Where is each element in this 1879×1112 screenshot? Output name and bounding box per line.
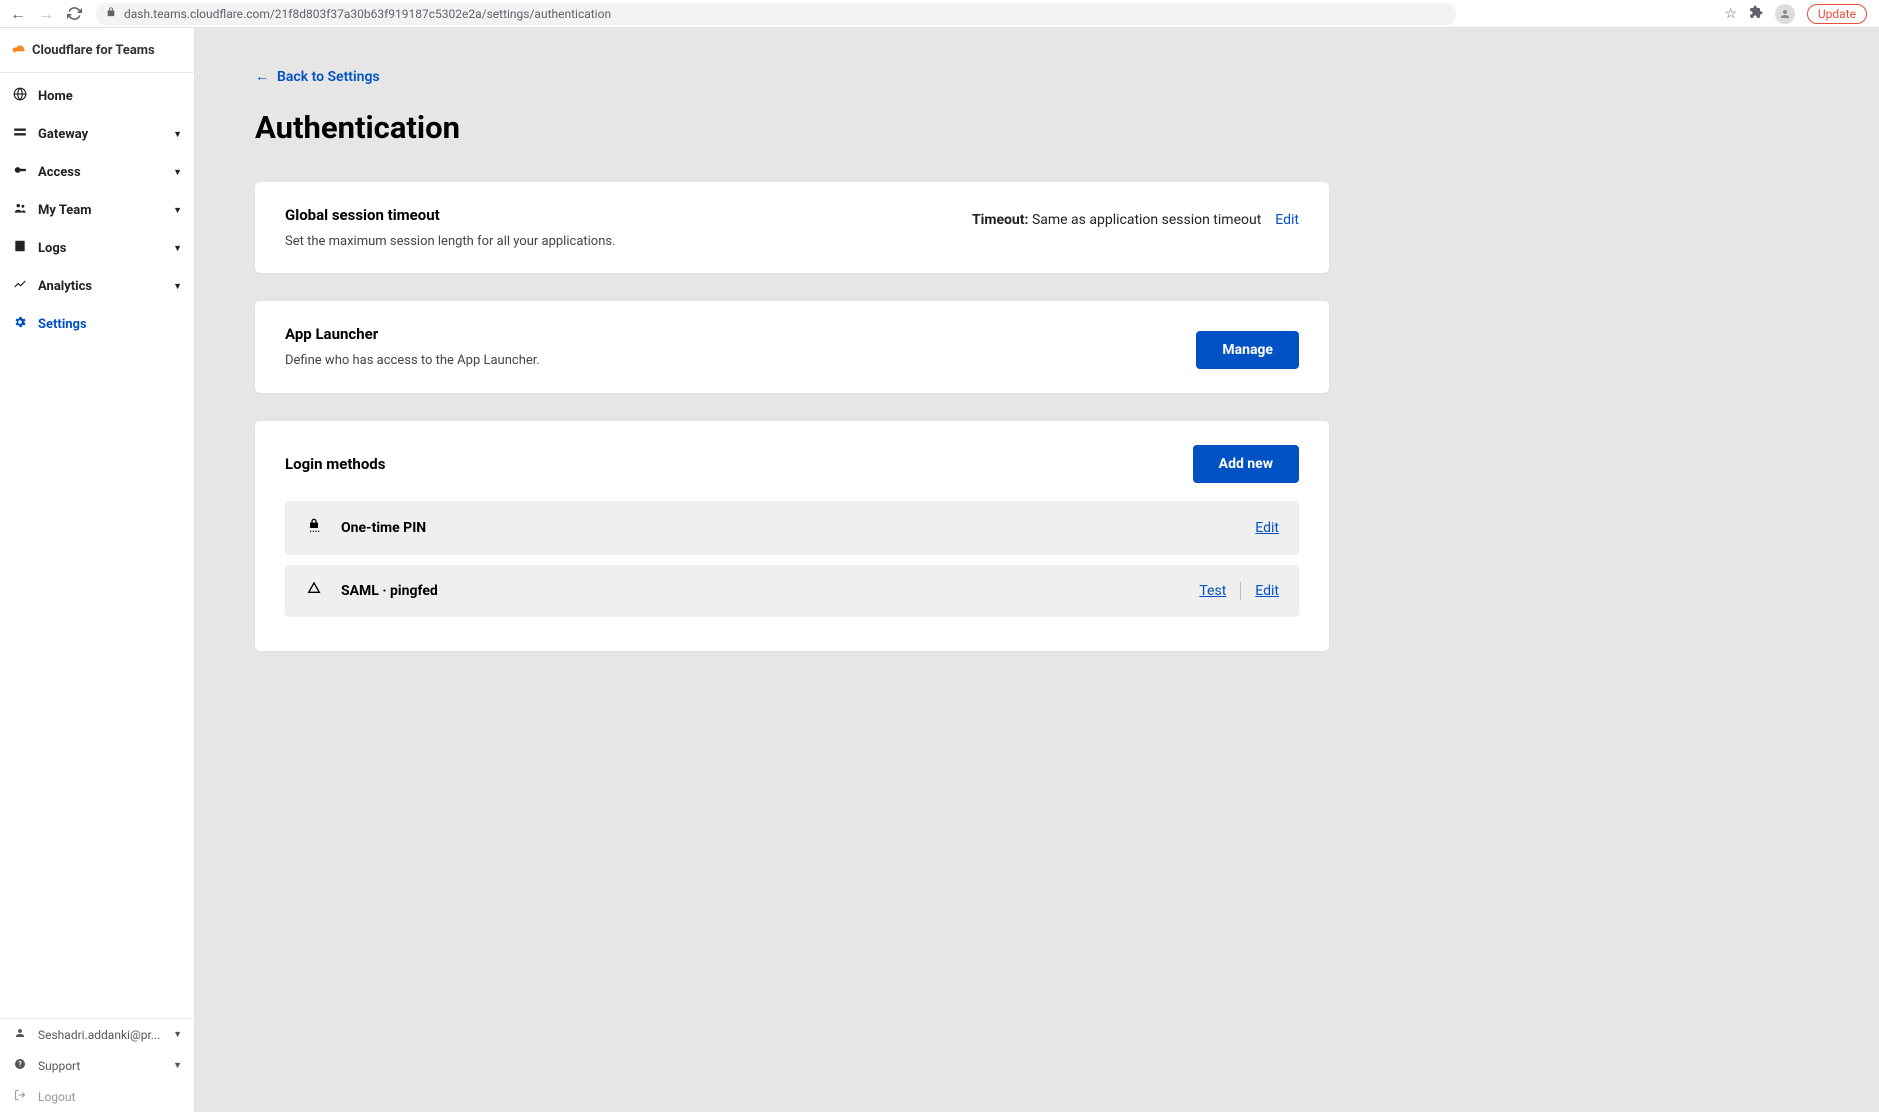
sidebar-item-home[interactable]: Home <box>0 77 194 115</box>
logout-label: Logout <box>38 1090 75 1104</box>
sidebar: Cloudflare for Teams Home Gateway ▼ <box>0 28 195 1112</box>
sidebar-item-access[interactable]: Access ▼ <box>0 153 194 191</box>
back-link-label: Back to Settings <box>277 69 380 85</box>
url-text: dash.teams.cloudflare.com/21f8d803f37a30… <box>124 7 611 21</box>
lock-icon <box>106 7 116 20</box>
reload-icon[interactable] <box>64 4 84 24</box>
chevron-down-icon: ▼ <box>173 1029 182 1040</box>
sidebar-item-myteam[interactable]: My Team ▼ <box>0 191 194 229</box>
launcher-card-title: App Launcher <box>285 325 540 343</box>
session-card-description: Set the maximum session length for all y… <box>285 234 616 249</box>
sidebar-item-label: My Team <box>38 203 92 218</box>
back-to-settings-link[interactable]: ← Back to Settings <box>255 68 380 85</box>
chevron-down-icon: ▼ <box>173 281 182 292</box>
product-name: Cloudflare for Teams <box>32 43 155 58</box>
user-icon <box>12 1027 28 1042</box>
saml-icon <box>305 581 323 601</box>
browser-update-button[interactable]: Update <box>1807 4 1867 24</box>
sidebar-footer: Seshadri.addanki@pr... ▼ ? Support ▼ Log… <box>0 1018 194 1112</box>
gateway-icon <box>12 125 28 143</box>
sidebar-nav: Home Gateway ▼ Access ▼ My Team <box>0 73 194 1018</box>
sidebar-item-analytics[interactable]: Analytics ▼ <box>0 267 194 305</box>
app-launcher-card: App Launcher Define who has access to th… <box>255 301 1329 393</box>
bookmark-star-icon[interactable]: ☆ <box>1724 6 1737 22</box>
support-label: Support <box>38 1059 80 1073</box>
login-card-title: Login methods <box>285 455 385 473</box>
main-content: ← Back to Settings Authentication Global… <box>195 28 1879 1112</box>
edit-timeout-link[interactable]: Edit <box>1275 212 1299 228</box>
chevron-down-icon: ▼ <box>173 1060 182 1071</box>
user-email: Seshadri.addanki@pr... <box>38 1028 163 1042</box>
edit-login-method-link[interactable]: Edit <box>1255 583 1279 599</box>
back-arrow-icon[interactable]: ← <box>8 4 28 24</box>
chevron-down-icon: ▼ <box>173 167 182 178</box>
svg-text:?: ? <box>18 1061 22 1069</box>
sidebar-item-gateway[interactable]: Gateway ▼ <box>0 115 194 153</box>
test-login-method-link[interactable]: Test <box>1199 583 1226 599</box>
forward-arrow-icon[interactable]: → <box>36 4 56 24</box>
sidebar-item-settings[interactable]: Settings <box>0 305 194 343</box>
login-method-name: SAML · pingfed <box>341 583 438 599</box>
team-icon <box>12 201 28 219</box>
logout-link[interactable]: Logout <box>0 1081 194 1112</box>
globe-icon <box>12 87 28 105</box>
url-bar[interactable]: dash.teams.cloudflare.com/21f8d803f37a30… <box>96 3 1456 25</box>
session-card-title: Global session timeout <box>285 206 616 224</box>
sidebar-item-logs[interactable]: Logs ▼ <box>0 229 194 267</box>
analytics-icon <box>12 277 28 295</box>
chevron-down-icon: ▼ <box>173 129 182 140</box>
sidebar-item-label: Gateway <box>38 127 88 142</box>
browser-profile-icon[interactable] <box>1775 4 1795 24</box>
page-title: Authentication <box>255 109 1819 146</box>
login-method-row: SAML · pingfed Test Edit <box>285 565 1299 617</box>
logout-icon <box>12 1089 28 1104</box>
help-icon: ? <box>12 1058 28 1073</box>
browser-toolbar: ← → dash.teams.cloudflare.com/21f8d803f3… <box>0 0 1879 28</box>
login-method-name: One-time PIN <box>341 520 426 536</box>
cloudflare-logo-icon <box>10 42 26 58</box>
chevron-down-icon: ▼ <box>173 243 182 254</box>
login-method-row: One-time PIN Edit <box>285 501 1299 555</box>
sidebar-item-label: Analytics <box>38 279 92 294</box>
add-login-method-button[interactable]: Add new <box>1193 445 1299 483</box>
edit-login-method-link[interactable]: Edit <box>1255 520 1279 536</box>
user-menu[interactable]: Seshadri.addanki@pr... ▼ <box>0 1019 194 1050</box>
chevron-down-icon: ▼ <box>173 205 182 216</box>
session-timeout-card: Global session timeout Set the maximum s… <box>255 182 1329 273</box>
gear-icon <box>12 315 28 333</box>
manage-launcher-button[interactable]: Manage <box>1196 331 1299 369</box>
product-logo[interactable]: Cloudflare for Teams <box>0 28 194 73</box>
sidebar-item-label: Settings <box>38 317 87 332</box>
sidebar-item-label: Logs <box>38 241 66 256</box>
action-divider <box>1240 582 1241 600</box>
login-methods-card: Login methods Add new One-time PIN Edit <box>255 421 1329 651</box>
support-link[interactable]: ? Support ▼ <box>0 1050 194 1081</box>
timeout-value: Same as application session timeout <box>1032 212 1261 228</box>
timeout-display: Timeout: Same as application session tim… <box>972 212 1261 228</box>
pin-icon <box>305 517 323 539</box>
sidebar-item-label: Access <box>38 165 81 180</box>
logs-icon <box>12 239 28 257</box>
sidebar-item-label: Home <box>38 89 73 104</box>
arrow-left-icon: ← <box>255 68 269 85</box>
extensions-icon[interactable] <box>1749 5 1763 23</box>
access-icon <box>12 163 28 181</box>
timeout-label: Timeout: <box>972 212 1029 228</box>
launcher-card-description: Define who has access to the App Launche… <box>285 353 540 368</box>
